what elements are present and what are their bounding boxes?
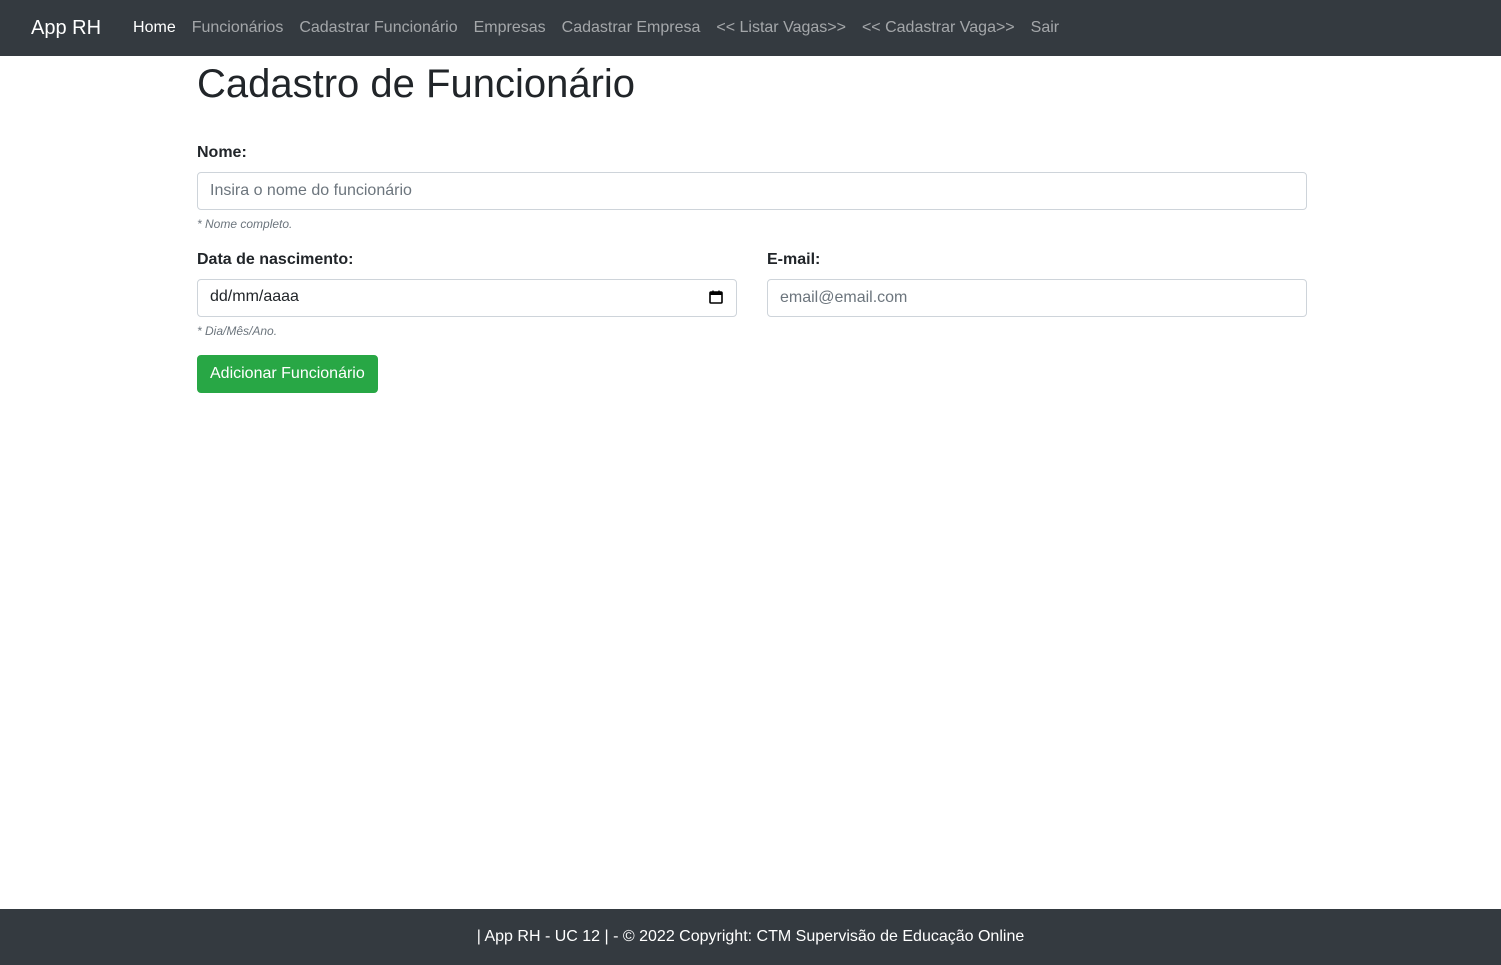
page-title: Cadastro de Funcionário [197,62,636,106]
nome-help-text: * Nome completo. [197,217,293,231]
nome-label: Nome: [197,144,247,161]
nome-group: Nome: * Nome completo. [197,144,1307,231]
top-navbar: App RH Home Funcionários Cadastrar Funci… [0,0,1501,56]
footer-text: | App RH - UC 12 | - © 2022 Copyright: C… [476,928,1025,945]
nascimento-group: Data de nascimento: dd/mm/aaaa * Dia/Mês… [197,251,737,338]
nav-cadastrar-funcionario[interactable]: Cadastrar Funcionário [291,19,465,37]
brand-link[interactable]: App RH [31,17,101,40]
nome-input[interactable] [197,172,1307,210]
nav-empresas[interactable]: Empresas [466,19,554,37]
add-employee-button[interactable]: Adicionar Funcionário [197,355,378,393]
email-group: E-mail: [767,251,1307,338]
form-row: Data de nascimento: dd/mm/aaaa * Dia/Mês… [197,251,1307,338]
date-placeholder: dd/mm/aaaa [210,288,299,305]
calendar-icon[interactable] [709,290,723,304]
nascimento-label: Data de nascimento: [197,251,354,268]
date-input-wrapper: dd/mm/aaaa [197,279,737,317]
main-container: Cadastro de Funcionário Nome: * Nome com… [197,56,1307,393]
email-input[interactable] [767,279,1307,317]
nascimento-help-text: * Dia/Mês/Ano. [197,324,278,338]
nav-cadastrar-empresa[interactable]: Cadastrar Empresa [554,19,709,37]
nav-cadastrar-vaga[interactable]: << Cadastrar Vaga>> [854,19,1023,37]
footer: | App RH - UC 12 | - © 2022 Copyright: C… [0,909,1501,965]
nav-links: Home Funcionários Cadastrar Funcionário … [125,19,1067,37]
nav-home[interactable]: Home [125,19,184,37]
nav-sair[interactable]: Sair [1023,19,1067,37]
nav-listar-vagas[interactable]: << Listar Vagas>> [708,19,854,37]
employee-form: Nome: * Nome completo. Data de nasciment… [197,144,1307,393]
nav-funcionarios[interactable]: Funcionários [184,19,292,37]
email-label: E-mail: [767,251,821,268]
